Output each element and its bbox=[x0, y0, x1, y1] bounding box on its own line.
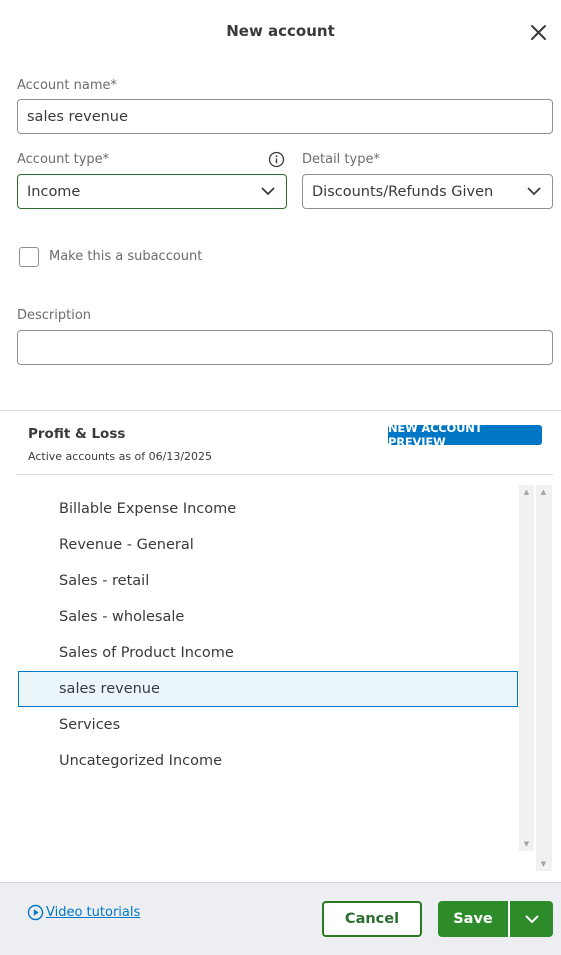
play-circle-icon bbox=[27, 904, 44, 921]
account-name-input[interactable]: sales revenue bbox=[17, 99, 553, 134]
subaccount-checkbox[interactable] bbox=[19, 247, 39, 267]
section-divider bbox=[0, 410, 561, 411]
video-tutorials-link[interactable]: Video tutorials bbox=[27, 904, 140, 921]
scroll-up-icon[interactable]: ▲ bbox=[536, 488, 551, 496]
save-options-button[interactable] bbox=[509, 901, 553, 937]
panel-scrollbar[interactable]: ▲ ▼ bbox=[536, 485, 552, 871]
subaccount-label: Make this a subaccount bbox=[49, 249, 203, 264]
video-tutorials-label: Video tutorials bbox=[46, 905, 141, 920]
description-input[interactable] bbox=[17, 330, 553, 365]
list-item: Sales of Product Income bbox=[59, 645, 234, 661]
dialog-footer: Video tutorials Cancel Save bbox=[0, 882, 561, 955]
dialog-title: New account bbox=[226, 22, 335, 40]
list-item: Sales - wholesale bbox=[59, 609, 185, 625]
list-scrollbar[interactable]: ▲ ▼ bbox=[519, 485, 534, 851]
scroll-up-icon[interactable]: ▲ bbox=[519, 488, 534, 496]
scroll-down-icon[interactable]: ▼ bbox=[519, 840, 534, 848]
close-icon[interactable] bbox=[526, 20, 552, 46]
list-item-new-account: sales revenue bbox=[18, 671, 518, 707]
list-item: Uncategorized Income bbox=[59, 753, 223, 769]
account-type-value: Income bbox=[27, 183, 81, 200]
list-item: Revenue - General bbox=[59, 537, 194, 553]
save-button[interactable]: Save bbox=[438, 901, 508, 937]
account-name-value: sales revenue bbox=[27, 108, 128, 125]
preview-subtitle: Active accounts as of 06/13/2025 bbox=[28, 450, 213, 463]
list-item: Services bbox=[59, 717, 121, 733]
account-name-label: Account name* bbox=[17, 78, 117, 93]
list-item: Billable Expense Income bbox=[59, 501, 237, 517]
detail-type-label: Detail type* bbox=[302, 152, 380, 167]
list-item: Sales - retail bbox=[59, 573, 150, 589]
scroll-down-icon[interactable]: ▼ bbox=[536, 860, 551, 868]
account-type-select[interactable]: Income bbox=[17, 174, 287, 209]
account-preview-list: Billable Expense Income Revenue - Genera… bbox=[18, 491, 518, 779]
info-icon[interactable] bbox=[268, 151, 285, 168]
detail-type-value: Discounts/Refunds Given bbox=[312, 183, 494, 200]
preview-divider bbox=[17, 474, 553, 475]
dialog-header: New account bbox=[0, 0, 561, 64]
cancel-button[interactable]: Cancel bbox=[322, 901, 422, 937]
chevron-down-icon bbox=[526, 185, 542, 197]
description-label: Description bbox=[17, 308, 92, 323]
detail-type-select[interactable]: Discounts/Refunds Given bbox=[302, 174, 553, 209]
preview-title: Profit & Loss bbox=[28, 426, 126, 442]
chevron-down-icon bbox=[524, 915, 539, 924]
chevron-down-icon bbox=[260, 185, 276, 197]
new-account-preview-badge: NEW ACCOUNT PREVIEW bbox=[388, 421, 542, 449]
account-type-label: Account type* bbox=[17, 152, 110, 167]
